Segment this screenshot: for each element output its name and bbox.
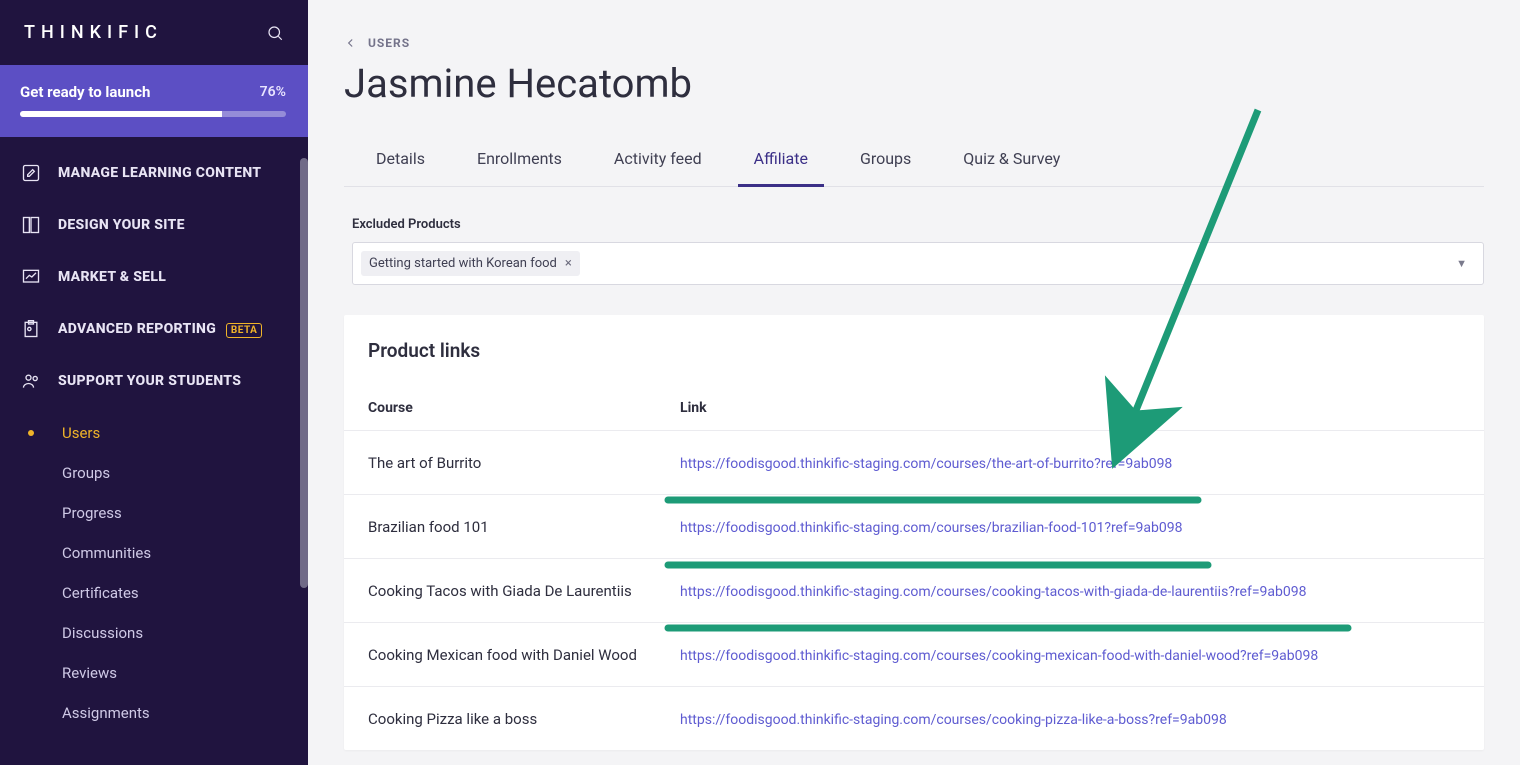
chart-icon bbox=[20, 267, 42, 287]
sidebar-item-advanced-reporting[interactable]: ADVANCED REPORTING BETA bbox=[0, 303, 308, 355]
sidebar-sub-groups[interactable]: Groups bbox=[0, 453, 308, 493]
cell-course: Brazilian food 101 bbox=[368, 518, 680, 536]
sidebar-item-manage-learning[interactable]: MANAGE LEARNING CONTENT bbox=[0, 147, 308, 199]
sidebar-item-label: MANAGE LEARNING CONTENT bbox=[58, 164, 261, 182]
launch-percent: 76% bbox=[260, 84, 286, 100]
cell-course: Cooking Tacos with Giada De Laurentiis bbox=[368, 582, 680, 600]
table-header: Course Link bbox=[344, 382, 1484, 431]
sidebar-sub-certificates[interactable]: Certificates bbox=[0, 573, 308, 613]
sidebar-sub-discussions[interactable]: Discussions bbox=[0, 613, 308, 653]
product-link[interactable]: https://foodisgood.thinkific-staging.com… bbox=[680, 584, 1306, 600]
product-link[interactable]: https://foodisgood.thinkific-staging.com… bbox=[680, 712, 1227, 728]
excluded-product-chip: Getting started with Korean food × bbox=[361, 251, 580, 276]
chip-label: Getting started with Korean food bbox=[369, 256, 557, 271]
launch-progress-band[interactable]: Get ready to launch 76% bbox=[0, 65, 308, 137]
product-links-card: Product links Course Link The art of Bur… bbox=[344, 315, 1484, 750]
brand-logo: THINKIFIC bbox=[24, 22, 163, 43]
table-row: Cooking Tacos with Giada De Laurentiis h… bbox=[344, 559, 1484, 623]
column-header-course: Course bbox=[368, 400, 680, 416]
layout-icon bbox=[20, 215, 42, 235]
table-row: Brazilian food 101 https://foodisgood.th… bbox=[344, 495, 1484, 559]
breadcrumb[interactable]: USERS bbox=[344, 36, 1484, 50]
sidebar-sub-communities[interactable]: Communities bbox=[0, 533, 308, 573]
product-link[interactable]: https://foodisgood.thinkific-staging.com… bbox=[680, 520, 1182, 536]
sidebar-item-label: DESIGN YOUR SITE bbox=[58, 217, 185, 233]
cell-course: Cooking Pizza like a boss bbox=[368, 710, 680, 728]
tab-activity-feed[interactable]: Activity feed bbox=[610, 135, 706, 186]
sidebar-subnav: Users Groups Progress Communities Certif… bbox=[0, 407, 308, 743]
page-title: Jasmine Hecatomb bbox=[344, 60, 1484, 107]
tab-enrollments[interactable]: Enrollments bbox=[473, 135, 566, 186]
table-row: Cooking Pizza like a boss https://foodis… bbox=[344, 687, 1484, 750]
cell-course: Cooking Mexican food with Daniel Wood bbox=[368, 646, 680, 664]
sidebar-item-support-students[interactable]: SUPPORT YOUR STUDENTS bbox=[0, 355, 308, 407]
main-content: USERS Jasmine Hecatomb Details Enrollmen… bbox=[308, 0, 1520, 765]
chip-remove-icon[interactable]: × bbox=[565, 256, 572, 271]
tab-details[interactable]: Details bbox=[372, 135, 429, 186]
product-links-title: Product links bbox=[344, 315, 1484, 382]
sidebar-sub-reviews[interactable]: Reviews bbox=[0, 653, 308, 693]
product-link[interactable]: https://foodisgood.thinkific-staging.com… bbox=[680, 456, 1172, 472]
tab-affiliate[interactable]: Affiliate bbox=[750, 135, 812, 186]
launch-progress-track bbox=[20, 111, 286, 117]
column-header-link: Link bbox=[680, 400, 1460, 416]
launch-progress-fill bbox=[20, 111, 222, 117]
sidebar-scrollbar[interactable] bbox=[300, 158, 308, 765]
tab-quiz-survey[interactable]: Quiz & Survey bbox=[959, 135, 1064, 186]
beta-badge: BETA bbox=[226, 323, 263, 338]
sidebar-item-market-sell[interactable]: MARKET & SELL bbox=[0, 251, 308, 303]
excluded-products-select[interactable]: Getting started with Korean food × ▼ bbox=[352, 242, 1484, 285]
breadcrumb-label: USERS bbox=[368, 36, 410, 50]
tabs: Details Enrollments Activity feed Affili… bbox=[344, 135, 1484, 187]
sidebar-nav: MANAGE LEARNING CONTENT DESIGN YOUR SITE… bbox=[0, 137, 308, 765]
sidebar-scroll-thumb[interactable] bbox=[300, 158, 308, 588]
sidebar-sub-users[interactable]: Users bbox=[0, 413, 308, 453]
sidebar: THINKIFIC Get ready to launch 76% MANAGE… bbox=[0, 0, 308, 765]
clipboard-icon bbox=[20, 319, 42, 339]
people-icon bbox=[20, 371, 42, 391]
sidebar-item-label: MARKET & SELL bbox=[58, 269, 166, 285]
launch-label: Get ready to launch bbox=[20, 83, 150, 101]
sidebar-sub-assignments[interactable]: Assignments bbox=[0, 693, 308, 733]
search-icon[interactable] bbox=[266, 24, 284, 42]
table-row: The art of Burrito https://foodisgood.th… bbox=[344, 431, 1484, 495]
table-row: Cooking Mexican food with Daniel Wood ht… bbox=[344, 623, 1484, 687]
sidebar-sub-progress[interactable]: Progress bbox=[0, 493, 308, 533]
product-link[interactable]: https://foodisgood.thinkific-staging.com… bbox=[680, 648, 1318, 664]
sidebar-item-label: SUPPORT YOUR STUDENTS bbox=[58, 373, 241, 389]
chevron-down-icon[interactable]: ▼ bbox=[1456, 257, 1475, 270]
excluded-products-label: Excluded Products bbox=[352, 217, 1484, 232]
sidebar-item-label: ADVANCED REPORTING BETA bbox=[58, 321, 262, 337]
tab-groups[interactable]: Groups bbox=[856, 135, 915, 186]
sidebar-header: THINKIFIC bbox=[0, 0, 308, 65]
edit-square-icon bbox=[20, 163, 42, 183]
arrow-left-icon bbox=[344, 36, 358, 50]
cell-course: The art of Burrito bbox=[368, 454, 680, 472]
sidebar-item-design-site[interactable]: DESIGN YOUR SITE bbox=[0, 199, 308, 251]
